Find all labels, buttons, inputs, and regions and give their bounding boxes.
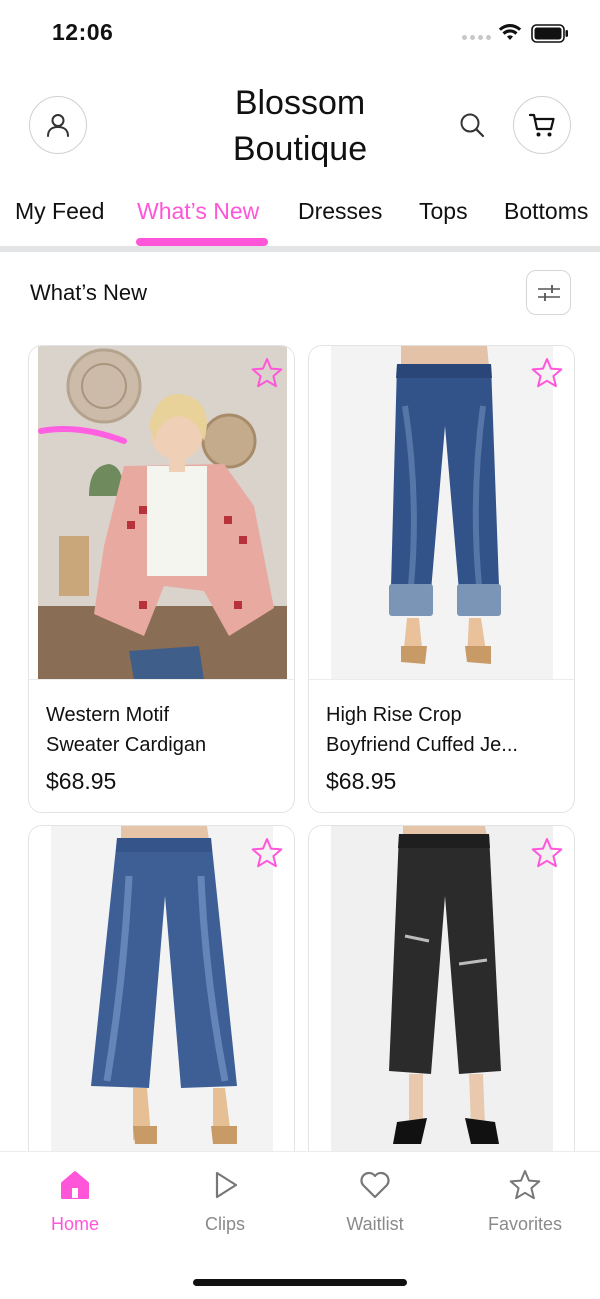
tab-whats-new[interactable]: What’s New (137, 198, 259, 225)
sliders-icon (537, 284, 560, 301)
wifi-icon (498, 24, 522, 40)
home-indicator (193, 1279, 407, 1286)
black-jeans-photo (331, 826, 553, 1159)
app-header: Blossom Boutique (0, 66, 600, 184)
tab-dresses[interactable]: Dresses (298, 198, 382, 225)
section-title: What’s New (30, 280, 147, 305)
status-bar: 12:06 (0, 0, 600, 66)
product-image[interactable] (29, 826, 294, 1160)
product-card[interactable]: Western Motif Sweater Cardigan $68.95 (28, 345, 295, 813)
heart-icon (360, 1171, 390, 1199)
tab-my-feed[interactable]: My Feed (15, 198, 104, 225)
product-card[interactable] (308, 825, 575, 1185)
profile-button[interactable] (29, 96, 87, 154)
cart-icon (528, 113, 555, 137)
cart-button[interactable] (513, 96, 571, 154)
nav-label: Clips (204, 1214, 245, 1234)
favorite-star-icon[interactable] (530, 836, 564, 870)
search-button[interactable] (455, 108, 489, 142)
product-price: $68.95 (326, 768, 397, 794)
status-time: 12:06 (52, 19, 114, 45)
favorite-star-icon[interactable] (250, 836, 284, 870)
home-icon (61, 1171, 89, 1199)
brand-title: Blossom Boutique (200, 80, 400, 172)
tabs-divider (0, 246, 600, 252)
cellular-signal-icon (462, 35, 491, 40)
nav-label: Waitlist (346, 1214, 404, 1234)
tab-tops[interactable]: Tops (419, 198, 468, 225)
favorite-star-icon[interactable] (250, 356, 284, 390)
nav-favorites[interactable]: Favorites (465, 1168, 585, 1235)
product-price: $68.95 (46, 768, 117, 794)
product-card[interactable]: High Rise Crop Boyfriend Cuffed Je... $6… (308, 345, 575, 813)
nav-clips[interactable]: Clips (165, 1168, 285, 1235)
product-name: High Rise Crop Boyfriend Cuffed Je... (326, 704, 518, 756)
wide-leg-jeans-photo (51, 826, 273, 1159)
tab-bottoms[interactable]: Bottoms (504, 198, 588, 225)
user-icon (47, 114, 69, 137)
nav-label: Home (50, 1214, 99, 1234)
brand-line-2: Boutique (232, 130, 368, 168)
play-icon (215, 1171, 238, 1199)
product-image[interactable] (29, 346, 294, 680)
category-tabs: My Feed What’s New Dresses Tops Bottoms (0, 184, 600, 246)
filter-button[interactable] (526, 270, 571, 315)
active-tab-indicator (136, 238, 268, 246)
search-icon (460, 113, 485, 138)
battery-icon (531, 24, 568, 43)
product-card[interactable] (28, 825, 295, 1185)
bottom-navigation: Home Clips Waitlist Favorites (0, 1151, 600, 1299)
nav-waitlist[interactable]: Waitlist (315, 1168, 435, 1235)
product-image[interactable] (309, 826, 574, 1160)
favorite-star-icon[interactable] (530, 356, 564, 390)
star-icon (509, 1170, 541, 1200)
nav-home[interactable]: Home (15, 1168, 135, 1235)
product-name: Western Motif Sweater Cardigan (46, 704, 207, 756)
brand-line-1: Blossom (234, 84, 366, 122)
nav-label: Favorites (487, 1214, 563, 1234)
cardigan-photo (38, 346, 287, 679)
jeans-photo (331, 346, 553, 679)
product-image[interactable] (309, 346, 574, 680)
